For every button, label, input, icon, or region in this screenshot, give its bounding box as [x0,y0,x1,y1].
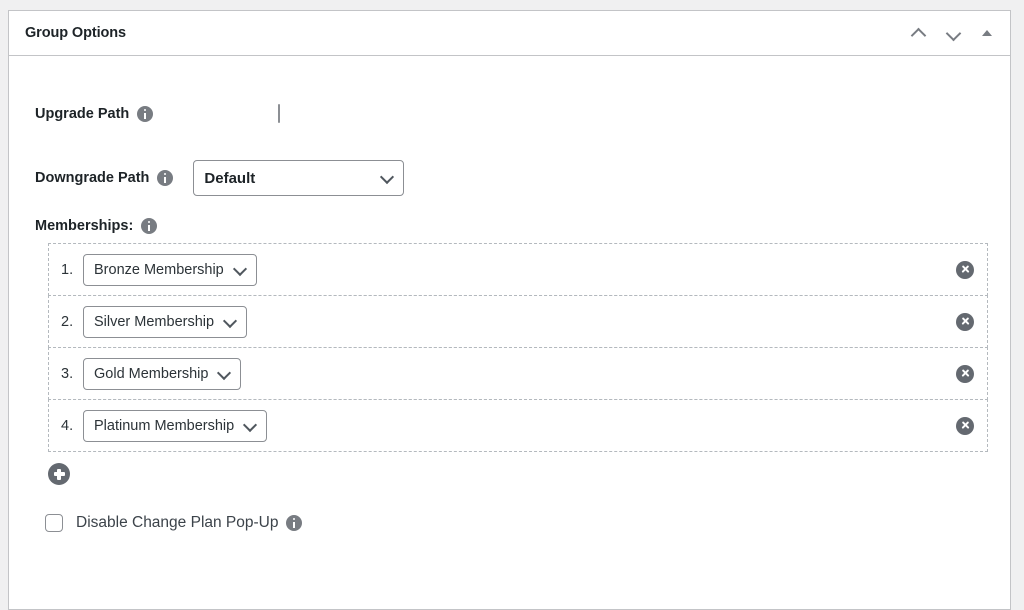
upgrade-path-label: Upgrade Path [35,106,154,122]
move-up-button[interactable] [908,22,930,44]
chevron-down-icon [232,261,247,276]
memberships-label: Memberships: [35,218,994,234]
panel-body: Upgrade Path Downgrade Path Default Memb… [9,56,1010,552]
membership-select-value: Bronze Membership [94,261,224,278]
downgrade-path-label-text: Downgrade Path [35,170,150,186]
membership-select-value: Platinum Membership [94,417,235,434]
memberships-label-text: Memberships: [35,218,134,234]
chevron-down-icon [946,29,961,38]
info-icon[interactable] [286,515,303,531]
chevron-down-icon [223,313,238,328]
info-icon[interactable] [137,106,154,122]
remove-circle-icon[interactable] [956,312,974,331]
chevron-down-icon [243,417,258,432]
info-icon[interactable] [141,218,158,234]
row-index: 2. [61,313,74,330]
row-index: 1. [61,261,74,278]
memberships-repeater: 1. Bronze Membership 2. Silver Membershi… [48,243,994,452]
membership-select[interactable]: Silver Membership [83,305,248,338]
upgrade-path-checkbox-wrap [278,104,281,123]
row-index: 4. [61,417,74,434]
triangle-up-icon [982,30,992,36]
membership-select-value: Silver Membership [94,313,215,330]
chevron-up-icon [912,29,927,38]
upgrade-path-label-text: Upgrade Path [35,106,130,122]
disable-popup-row: Disable Change Plan Pop-Up [45,514,994,532]
chevron-down-icon [217,365,232,380]
downgrade-path-select[interactable]: Default [193,160,405,196]
remove-circle-icon[interactable] [956,416,974,435]
chevron-down-icon [380,169,395,185]
membership-select[interactable]: Platinum Membership [83,409,268,442]
disable-popup-label: Disable Change Plan Pop-Up [76,514,279,531]
toggle-panel-button[interactable] [976,22,998,44]
page-title: Group Options [25,24,126,41]
info-icon[interactable] [157,170,174,186]
table-row: 3. Gold Membership [48,347,988,400]
upgrade-path-checkbox[interactable] [278,104,281,123]
table-row: 1. Bronze Membership [48,243,988,296]
remove-circle-icon[interactable] [956,364,974,383]
remove-circle-icon[interactable] [956,260,974,279]
panel-header-actions [908,22,998,44]
move-down-button[interactable] [942,22,964,44]
add-circle-icon[interactable] [48,463,70,485]
membership-select-value: Gold Membership [94,365,209,382]
downgrade-path-row: Downgrade Path Default [35,156,994,200]
disable-popup-checkbox[interactable] [45,514,63,532]
group-options-panel: Group Options Upgrade Path Downgrade Pat… [8,10,1011,610]
membership-select[interactable]: Gold Membership [83,357,242,390]
table-row: 4. Platinum Membership [48,399,988,452]
memberships-label-inner: Memberships: [35,218,158,234]
downgrade-path-select-value: Default [204,169,256,187]
membership-select[interactable]: Bronze Membership [83,253,257,286]
row-index: 3. [61,365,74,382]
panel-header: Group Options [9,11,1010,56]
table-row: 2. Silver Membership [48,295,988,348]
downgrade-path-label: Downgrade Path [35,170,174,186]
upgrade-path-row: Upgrade Path [35,56,994,146]
